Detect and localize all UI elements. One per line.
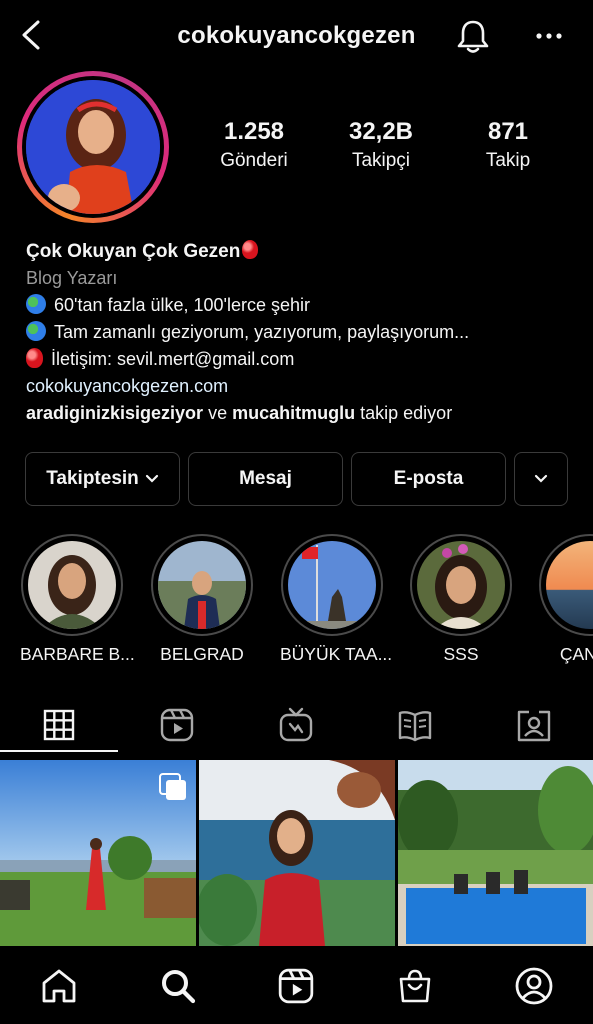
following-button-label: Takiptesin bbox=[46, 468, 139, 489]
reels-icon bbox=[160, 708, 194, 742]
highlight-label: BARBARE B... bbox=[20, 644, 135, 664]
nav-search[interactable] bbox=[156, 964, 200, 1008]
shop-icon bbox=[399, 969, 431, 1003]
profile-tabs bbox=[0, 694, 593, 758]
post-grid bbox=[0, 760, 593, 946]
message-button[interactable]: Mesaj bbox=[188, 452, 343, 506]
stat-following-value: 871 bbox=[487, 118, 529, 145]
tab-tagged[interactable] bbox=[475, 694, 593, 756]
grid-icon bbox=[43, 709, 75, 741]
notification-bell-icon[interactable] bbox=[454, 18, 492, 56]
followed-by-user-2[interactable]: mucahitmuglu bbox=[232, 403, 355, 423]
highlight-cover bbox=[288, 541, 376, 629]
post-thumbnail[interactable] bbox=[199, 760, 395, 946]
profile-display-name: Çok Okuyan Çok Gezen bbox=[26, 241, 241, 262]
more-options-icon[interactable] bbox=[532, 22, 566, 50]
profile-website-link[interactable]: cokokuyancokgezen.com bbox=[26, 373, 576, 400]
globe-emoji-icon bbox=[26, 294, 46, 314]
stat-posts-label: Gönderi bbox=[220, 150, 288, 171]
profile-stats: 1.258 Gönderi 32,2B Takipçi 871 Takip bbox=[200, 118, 570, 178]
tab-reels[interactable] bbox=[118, 694, 236, 756]
post-thumbnail[interactable] bbox=[398, 760, 593, 946]
avatar-photo bbox=[26, 80, 160, 214]
following-button[interactable]: Takiptesin bbox=[25, 452, 180, 506]
highlight-label: BELGRAD bbox=[160, 644, 244, 664]
suggested-accounts-button[interactable] bbox=[514, 452, 568, 506]
highlight-cover bbox=[28, 541, 116, 629]
balloon-emoji-icon bbox=[242, 240, 259, 259]
profile-avatar[interactable] bbox=[17, 71, 169, 223]
post-thumbnail[interactable] bbox=[0, 760, 196, 946]
stat-followers-value: 32,2B bbox=[348, 118, 414, 145]
guides-icon bbox=[398, 711, 432, 742]
stat-posts[interactable]: 1.258 Gönderi bbox=[194, 118, 314, 172]
profile-category: Blog Yazarı bbox=[26, 268, 118, 288]
stat-followers[interactable]: 32,2B Takipçi bbox=[321, 118, 441, 172]
chevron-down-icon bbox=[145, 474, 158, 483]
bio-line-1: 60'tan fazla ülke, 100'lerce şehir bbox=[54, 295, 311, 315]
stat-posts-value: 1.258 bbox=[223, 118, 285, 145]
active-tab-indicator bbox=[0, 750, 118, 752]
globe-emoji-icon bbox=[26, 321, 46, 341]
stat-followers-label: Takipçi bbox=[351, 150, 411, 171]
highlight-item[interactable]: BELGRAD bbox=[150, 534, 254, 665]
balloon-emoji-icon bbox=[26, 348, 43, 368]
followed-by-joiner: ve bbox=[208, 403, 228, 423]
tab-igtv[interactable] bbox=[237, 694, 355, 756]
email-button-label: E-posta bbox=[393, 468, 464, 489]
highlight-label: ÇANAK bbox=[559, 644, 593, 664]
chevron-down-icon bbox=[534, 474, 548, 483]
tagged-icon bbox=[517, 710, 551, 742]
highlight-item[interactable]: BÜYÜK TAA... bbox=[280, 534, 393, 665]
top-bar: cokokuyancokgezen bbox=[0, 0, 593, 74]
highlight-item[interactable]: BARBARE B... bbox=[20, 534, 135, 665]
highlight-label: BÜYÜK TAA... bbox=[280, 644, 393, 664]
email-button[interactable]: E-posta bbox=[351, 452, 506, 506]
highlight-cover bbox=[158, 541, 246, 629]
reels-icon bbox=[278, 968, 314, 1004]
bio-line-2: Tam zamanlı geziyorum, yazıyorum, paylaş… bbox=[54, 322, 470, 342]
stat-following[interactable]: 871 Takip bbox=[448, 118, 568, 172]
bio-line-3: İletişim: sevil.mert@gmail.com bbox=[51, 349, 295, 369]
nav-shop[interactable] bbox=[393, 964, 437, 1008]
tab-guides[interactable] bbox=[356, 694, 474, 756]
followed-by-suffix: takip ediyor bbox=[360, 403, 453, 423]
search-icon bbox=[162, 970, 196, 1004]
highlight-cover bbox=[417, 541, 505, 629]
carousel-icon bbox=[166, 780, 186, 800]
igtv-icon bbox=[279, 707, 313, 742]
message-button-label: Mesaj bbox=[239, 468, 292, 489]
highlight-item[interactable]: ÇANAK bbox=[538, 534, 593, 665]
bottom-navigation bbox=[0, 946, 593, 1024]
highlight-item[interactable]: SSS bbox=[409, 534, 513, 665]
home-icon bbox=[42, 969, 76, 1003]
highlight-cover bbox=[546, 541, 593, 629]
tab-posts-grid[interactable] bbox=[0, 694, 118, 756]
nav-reels[interactable] bbox=[274, 964, 318, 1008]
profile-icon bbox=[515, 967, 553, 1005]
profile-bio: Çok Okuyan Çok Gezen Blog Yazarı 60'tan … bbox=[26, 238, 576, 427]
highlight-label: SSS bbox=[443, 644, 479, 664]
nav-profile[interactable] bbox=[512, 964, 556, 1008]
story-highlights: BARBARE B... BELGRAD BÜYÜK TAA... SSS ÇA… bbox=[0, 534, 593, 674]
stat-following-label: Takip bbox=[485, 150, 531, 171]
nav-home[interactable] bbox=[37, 964, 81, 1008]
profile-username: cokokuyancokgezen bbox=[177, 22, 416, 49]
followed-by[interactable]: aradiginizkisigeziyor ve mucahitmuglu ta… bbox=[26, 400, 576, 427]
followed-by-user-1[interactable]: aradiginizkisigeziyor bbox=[26, 403, 203, 423]
